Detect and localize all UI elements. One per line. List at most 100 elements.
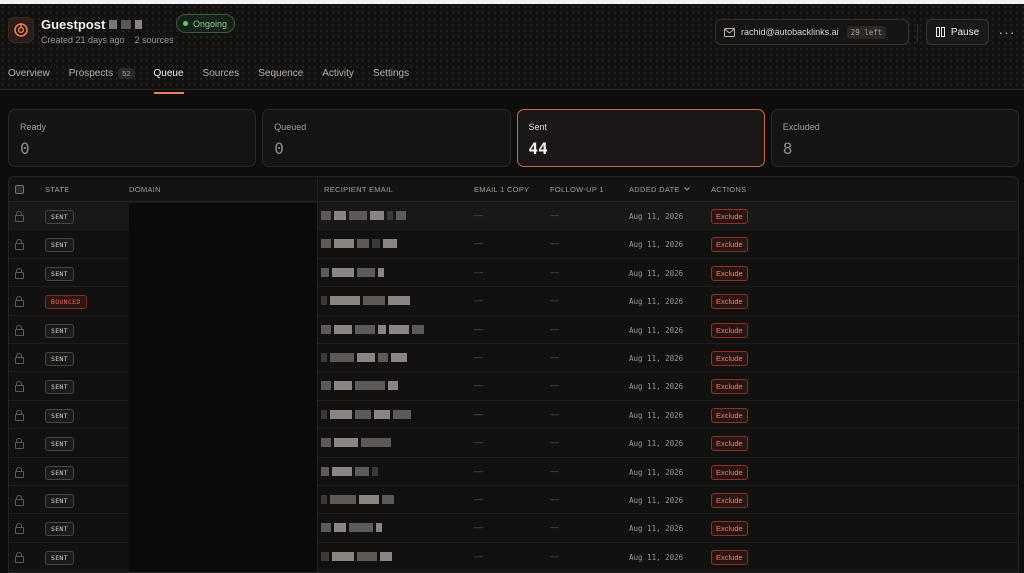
redacted-text [321,239,331,249]
row-email-1-copy[interactable]: — [474,210,483,220]
tab-queue[interactable]: Queue [153,68,184,94]
row-recipient-email[interactable] [321,239,397,249]
row-email-1-copy[interactable]: — [474,352,483,362]
created-text: Created 21 days ago [41,35,125,45]
row-email-1-copy[interactable]: — [474,437,483,447]
tab-overview[interactable]: Overview [8,68,50,94]
exclude-button[interactable]: Exclude [711,521,748,537]
exclude-button[interactable]: Exclude [711,407,748,423]
row-recipient-email[interactable] [321,466,378,476]
exclude-button[interactable]: Exclude [711,549,748,565]
redacted-text [355,409,371,419]
row-follow-up-1[interactable]: — [550,522,559,532]
redacted-text [135,20,143,29]
row-follow-up-1[interactable]: — [550,210,559,220]
row-email-1-copy[interactable]: — [474,238,483,248]
row-lock-icon [15,381,24,393]
redacted-text [396,211,406,220]
page-title: Guestpost [41,17,143,32]
recipient-email-text [321,381,398,391]
column-added-date[interactable]: ADDED DATE [629,185,690,194]
row-follow-up-1[interactable]: — [550,380,559,390]
exclude-button[interactable]: Exclude [711,436,748,452]
row-follow-up-1[interactable]: — [550,267,559,277]
row-email-1-copy[interactable]: — [474,324,483,334]
row-follow-up-1[interactable]: — [550,238,559,248]
row-added-date: Aug 11, 2026 [629,353,684,363]
exclude-button[interactable]: Exclude [711,492,748,508]
exclude-button[interactable]: Exclude [711,379,748,395]
stat-card-queued[interactable]: Queued 0 [262,109,511,167]
row-follow-up-1[interactable]: — [550,437,559,447]
tab-sources[interactable]: Sources [203,68,240,94]
row-email-1-copy[interactable]: — [474,380,483,390]
stat-card-ready[interactable]: Ready 0 [8,109,257,167]
row-follow-up-1[interactable]: — [550,295,559,305]
row-follow-up-1[interactable]: — [550,494,559,504]
status-badge: Ongoing [176,14,236,33]
row-recipient-email[interactable] [321,551,392,561]
sender-email-selector[interactable]: rachid@autobacklinks.ai 29 left [715,19,909,45]
state-badge: SENT [45,323,74,338]
recipient-email-text [321,267,384,277]
pause-button[interactable]: Pause [926,19,989,45]
column-state[interactable]: STATE [45,185,70,194]
exclude-button[interactable]: Exclude [711,237,748,253]
stat-card-excluded[interactable]: Excluded 8 [770,109,1019,167]
state-badge: SENT [45,465,74,480]
row-recipient-email[interactable] [321,267,384,277]
row-actions: Exclude [711,379,748,395]
row-lock-icon [15,551,24,563]
row-recipient-email[interactable] [321,381,398,391]
exclude-button[interactable]: Exclude [711,265,748,281]
exclude-button[interactable]: Exclude [711,464,748,480]
column-recipient-email[interactable]: RECIPIENT EMAIL [324,185,393,194]
row-email-1-copy[interactable]: — [474,466,483,476]
row-recipient-email[interactable] [321,523,382,533]
row-recipient-email[interactable] [321,438,391,448]
stat-value: 8 [782,139,793,158]
row-recipient-email[interactable] [321,494,394,504]
row-email-1-copy[interactable]: — [474,267,483,277]
row-email-1-copy[interactable]: — [474,295,483,305]
row-email-1-copy[interactable]: — [474,522,483,532]
column-email-1-copy[interactable]: EMAIL 1 COPY [474,185,529,194]
row-added-date: Aug 11, 2026 [629,467,684,477]
redacted-text [330,352,354,362]
recipient-email-text [321,523,382,533]
row-follow-up-1[interactable]: — [550,352,559,362]
row-added-date: Aug 11, 2026 [629,552,684,562]
tab-activity[interactable]: Activity [322,68,354,94]
exclude-button[interactable]: Exclude [711,322,748,338]
row-email-1-copy[interactable]: — [474,409,483,419]
tab-prospects[interactable]: Prospects 52 [69,68,135,94]
sender-email: rachid@autobacklinks.ai [741,27,839,37]
exclude-button[interactable]: Exclude [711,294,748,310]
row-follow-up-1[interactable]: — [550,324,559,334]
row-recipient-email[interactable] [321,324,424,334]
campaign-logo-icon [8,17,34,43]
tab-settings[interactable]: Settings [373,68,409,94]
column-domain[interactable]: DOMAIN [129,185,161,194]
select-all-checkbox[interactable] [15,184,24,194]
row-added-date: Aug 11, 2026 [629,212,684,221]
column-follow-up-1[interactable]: FOLLOW-UP 1 [550,185,604,194]
row-recipient-email[interactable] [321,211,406,220]
row-recipient-email[interactable] [321,296,410,306]
row-email-1-copy[interactable]: — [474,494,483,504]
redacted-text [334,523,346,533]
row-email-1-copy[interactable]: — [474,551,483,561]
row-recipient-email[interactable] [321,352,407,362]
column-divider [317,177,318,201]
tab-sequence[interactable]: Sequence [258,68,303,94]
stat-card-sent[interactable]: Sent 44 [516,109,765,167]
queue-table: STATE DOMAIN RECIPIENT EMAIL EMAIL 1 COP… [8,176,1019,573]
row-recipient-email[interactable] [321,409,411,419]
exclude-button[interactable]: Exclude [711,209,748,224]
more-options-icon[interactable]: ··· [997,22,1017,42]
redacted-text [330,409,352,419]
row-follow-up-1[interactable]: — [550,551,559,561]
exclude-button[interactable]: Exclude [711,350,748,366]
row-follow-up-1[interactable]: — [550,409,559,419]
row-follow-up-1[interactable]: — [550,466,559,476]
